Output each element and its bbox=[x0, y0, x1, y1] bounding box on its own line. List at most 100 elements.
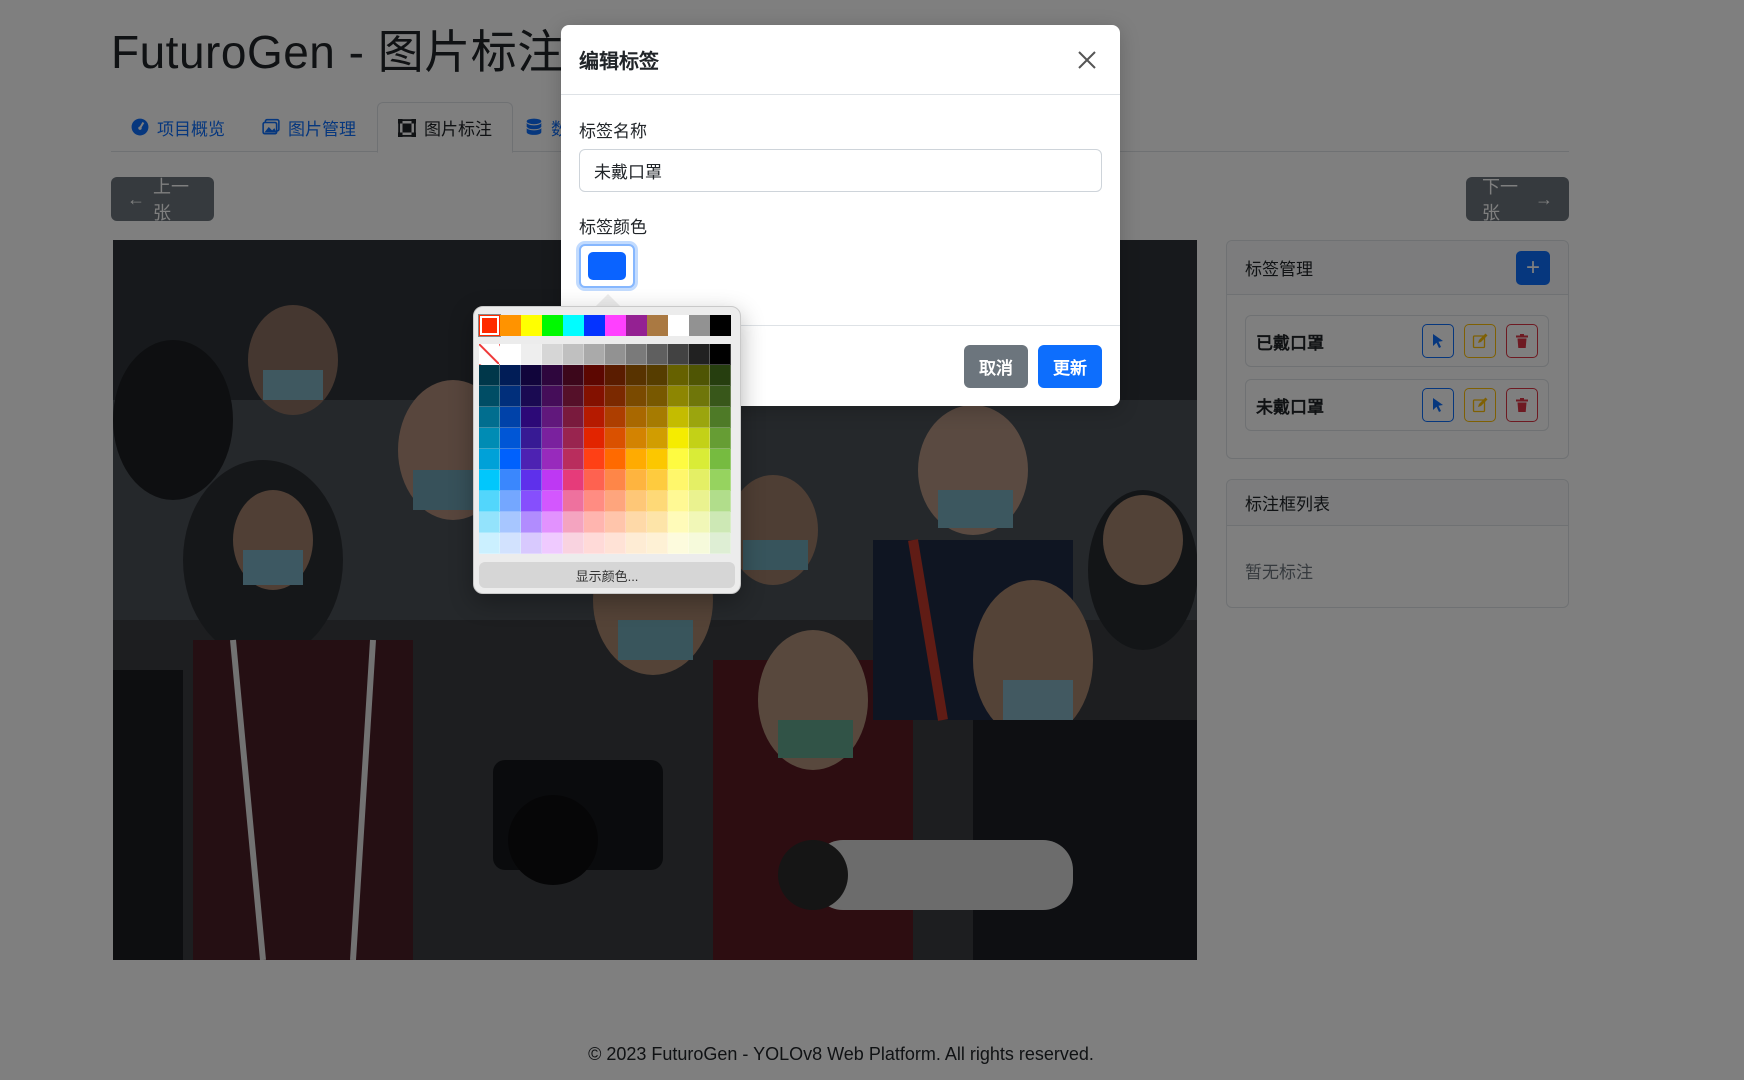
palette-swatch[interactable] bbox=[542, 491, 563, 512]
palette-swatch[interactable] bbox=[605, 512, 626, 533]
palette-swatch[interactable] bbox=[668, 533, 689, 554]
palette-swatch[interactable] bbox=[626, 315, 647, 336]
palette-swatch[interactable] bbox=[479, 449, 500, 470]
palette-swatch[interactable] bbox=[521, 470, 542, 491]
palette-swatch[interactable] bbox=[710, 344, 731, 365]
palette-swatch[interactable] bbox=[479, 344, 500, 365]
palette-swatch[interactable] bbox=[605, 470, 626, 491]
label-name-input[interactable]: 未戴口罩 bbox=[579, 149, 1102, 192]
palette-swatch[interactable] bbox=[479, 470, 500, 491]
palette-swatch[interactable] bbox=[710, 407, 731, 428]
palette-swatch[interactable] bbox=[605, 365, 626, 386]
palette-swatch[interactable] bbox=[626, 491, 647, 512]
palette-swatch[interactable] bbox=[689, 315, 710, 336]
palette-swatch[interactable] bbox=[710, 491, 731, 512]
palette-swatch[interactable] bbox=[542, 533, 563, 554]
palette-swatch[interactable] bbox=[626, 512, 647, 533]
palette-swatch[interactable] bbox=[605, 449, 626, 470]
palette-swatch[interactable] bbox=[605, 533, 626, 554]
palette-swatch[interactable] bbox=[710, 386, 731, 407]
palette-swatch[interactable] bbox=[479, 512, 500, 533]
palette-swatch[interactable] bbox=[689, 533, 710, 554]
palette-swatch[interactable] bbox=[647, 491, 668, 512]
palette-swatch[interactable] bbox=[626, 365, 647, 386]
palette-swatch[interactable] bbox=[542, 428, 563, 449]
palette-swatch[interactable] bbox=[710, 315, 731, 336]
palette-swatch[interactable] bbox=[521, 365, 542, 386]
palette-swatch[interactable] bbox=[584, 533, 605, 554]
palette-swatch[interactable] bbox=[584, 491, 605, 512]
palette-swatch[interactable] bbox=[668, 491, 689, 512]
palette-swatch[interactable] bbox=[668, 344, 689, 365]
palette-swatch[interactable] bbox=[500, 365, 521, 386]
palette-swatch[interactable] bbox=[563, 449, 584, 470]
palette-swatch[interactable] bbox=[500, 344, 521, 365]
palette-swatch[interactable] bbox=[626, 449, 647, 470]
palette-swatch[interactable] bbox=[563, 470, 584, 491]
palette-swatch[interactable] bbox=[521, 344, 542, 365]
palette-swatch[interactable] bbox=[563, 428, 584, 449]
palette-swatch[interactable] bbox=[521, 428, 542, 449]
palette-swatch[interactable] bbox=[542, 407, 563, 428]
palette-swatch[interactable] bbox=[542, 344, 563, 365]
palette-swatch[interactable] bbox=[500, 533, 521, 554]
palette-swatch[interactable] bbox=[710, 365, 731, 386]
palette-swatch[interactable] bbox=[521, 449, 542, 470]
palette-swatch[interactable] bbox=[584, 344, 605, 365]
palette-swatch[interactable] bbox=[668, 386, 689, 407]
color-picker-button[interactable] bbox=[579, 244, 635, 288]
palette-swatch[interactable] bbox=[689, 491, 710, 512]
palette-swatch[interactable] bbox=[647, 407, 668, 428]
palette-swatch[interactable] bbox=[542, 512, 563, 533]
palette-swatch[interactable] bbox=[668, 449, 689, 470]
palette-swatch[interactable] bbox=[542, 315, 563, 336]
palette-swatch[interactable] bbox=[542, 365, 563, 386]
palette-swatch[interactable] bbox=[479, 407, 500, 428]
palette-swatch[interactable] bbox=[584, 407, 605, 428]
show-colors-button[interactable]: 显示颜色... bbox=[479, 562, 735, 588]
cancel-button[interactable]: 取消 bbox=[964, 345, 1028, 388]
palette-swatch[interactable] bbox=[500, 407, 521, 428]
palette-swatch[interactable] bbox=[647, 512, 668, 533]
palette-swatch[interactable] bbox=[626, 407, 647, 428]
palette-swatch[interactable] bbox=[710, 512, 731, 533]
palette-swatch[interactable] bbox=[647, 449, 668, 470]
palette-swatch[interactable] bbox=[563, 344, 584, 365]
palette-swatch[interactable] bbox=[479, 315, 500, 336]
palette-swatch[interactable] bbox=[626, 428, 647, 449]
palette-swatch[interactable] bbox=[500, 470, 521, 491]
palette-swatch[interactable] bbox=[521, 386, 542, 407]
palette-swatch[interactable] bbox=[584, 386, 605, 407]
palette-swatch[interactable] bbox=[626, 344, 647, 365]
palette-swatch[interactable] bbox=[647, 344, 668, 365]
palette-swatch[interactable] bbox=[563, 365, 584, 386]
palette-swatch[interactable] bbox=[500, 449, 521, 470]
palette-swatch[interactable] bbox=[626, 533, 647, 554]
palette-swatch[interactable] bbox=[521, 407, 542, 428]
palette-swatch[interactable] bbox=[584, 428, 605, 449]
palette-swatch[interactable] bbox=[710, 428, 731, 449]
palette-swatch[interactable] bbox=[647, 315, 668, 336]
palette-swatch[interactable] bbox=[689, 470, 710, 491]
palette-swatch[interactable] bbox=[605, 315, 626, 336]
palette-swatch[interactable] bbox=[521, 512, 542, 533]
palette-swatch[interactable] bbox=[689, 449, 710, 470]
palette-swatch[interactable] bbox=[605, 491, 626, 512]
palette-swatch[interactable] bbox=[500, 512, 521, 533]
palette-swatch[interactable] bbox=[605, 344, 626, 365]
palette-swatch[interactable] bbox=[584, 470, 605, 491]
palette-swatch[interactable] bbox=[500, 386, 521, 407]
palette-swatch[interactable] bbox=[563, 533, 584, 554]
palette-swatch[interactable] bbox=[668, 470, 689, 491]
palette-swatch[interactable] bbox=[563, 386, 584, 407]
palette-swatch[interactable] bbox=[479, 533, 500, 554]
palette-swatch[interactable] bbox=[710, 533, 731, 554]
palette-swatch[interactable] bbox=[689, 407, 710, 428]
palette-swatch[interactable] bbox=[479, 365, 500, 386]
palette-swatch[interactable] bbox=[626, 386, 647, 407]
palette-swatch[interactable] bbox=[563, 407, 584, 428]
close-button[interactable] bbox=[1072, 45, 1102, 75]
palette-swatch[interactable] bbox=[521, 315, 542, 336]
palette-swatch[interactable] bbox=[563, 491, 584, 512]
palette-swatch[interactable] bbox=[626, 470, 647, 491]
